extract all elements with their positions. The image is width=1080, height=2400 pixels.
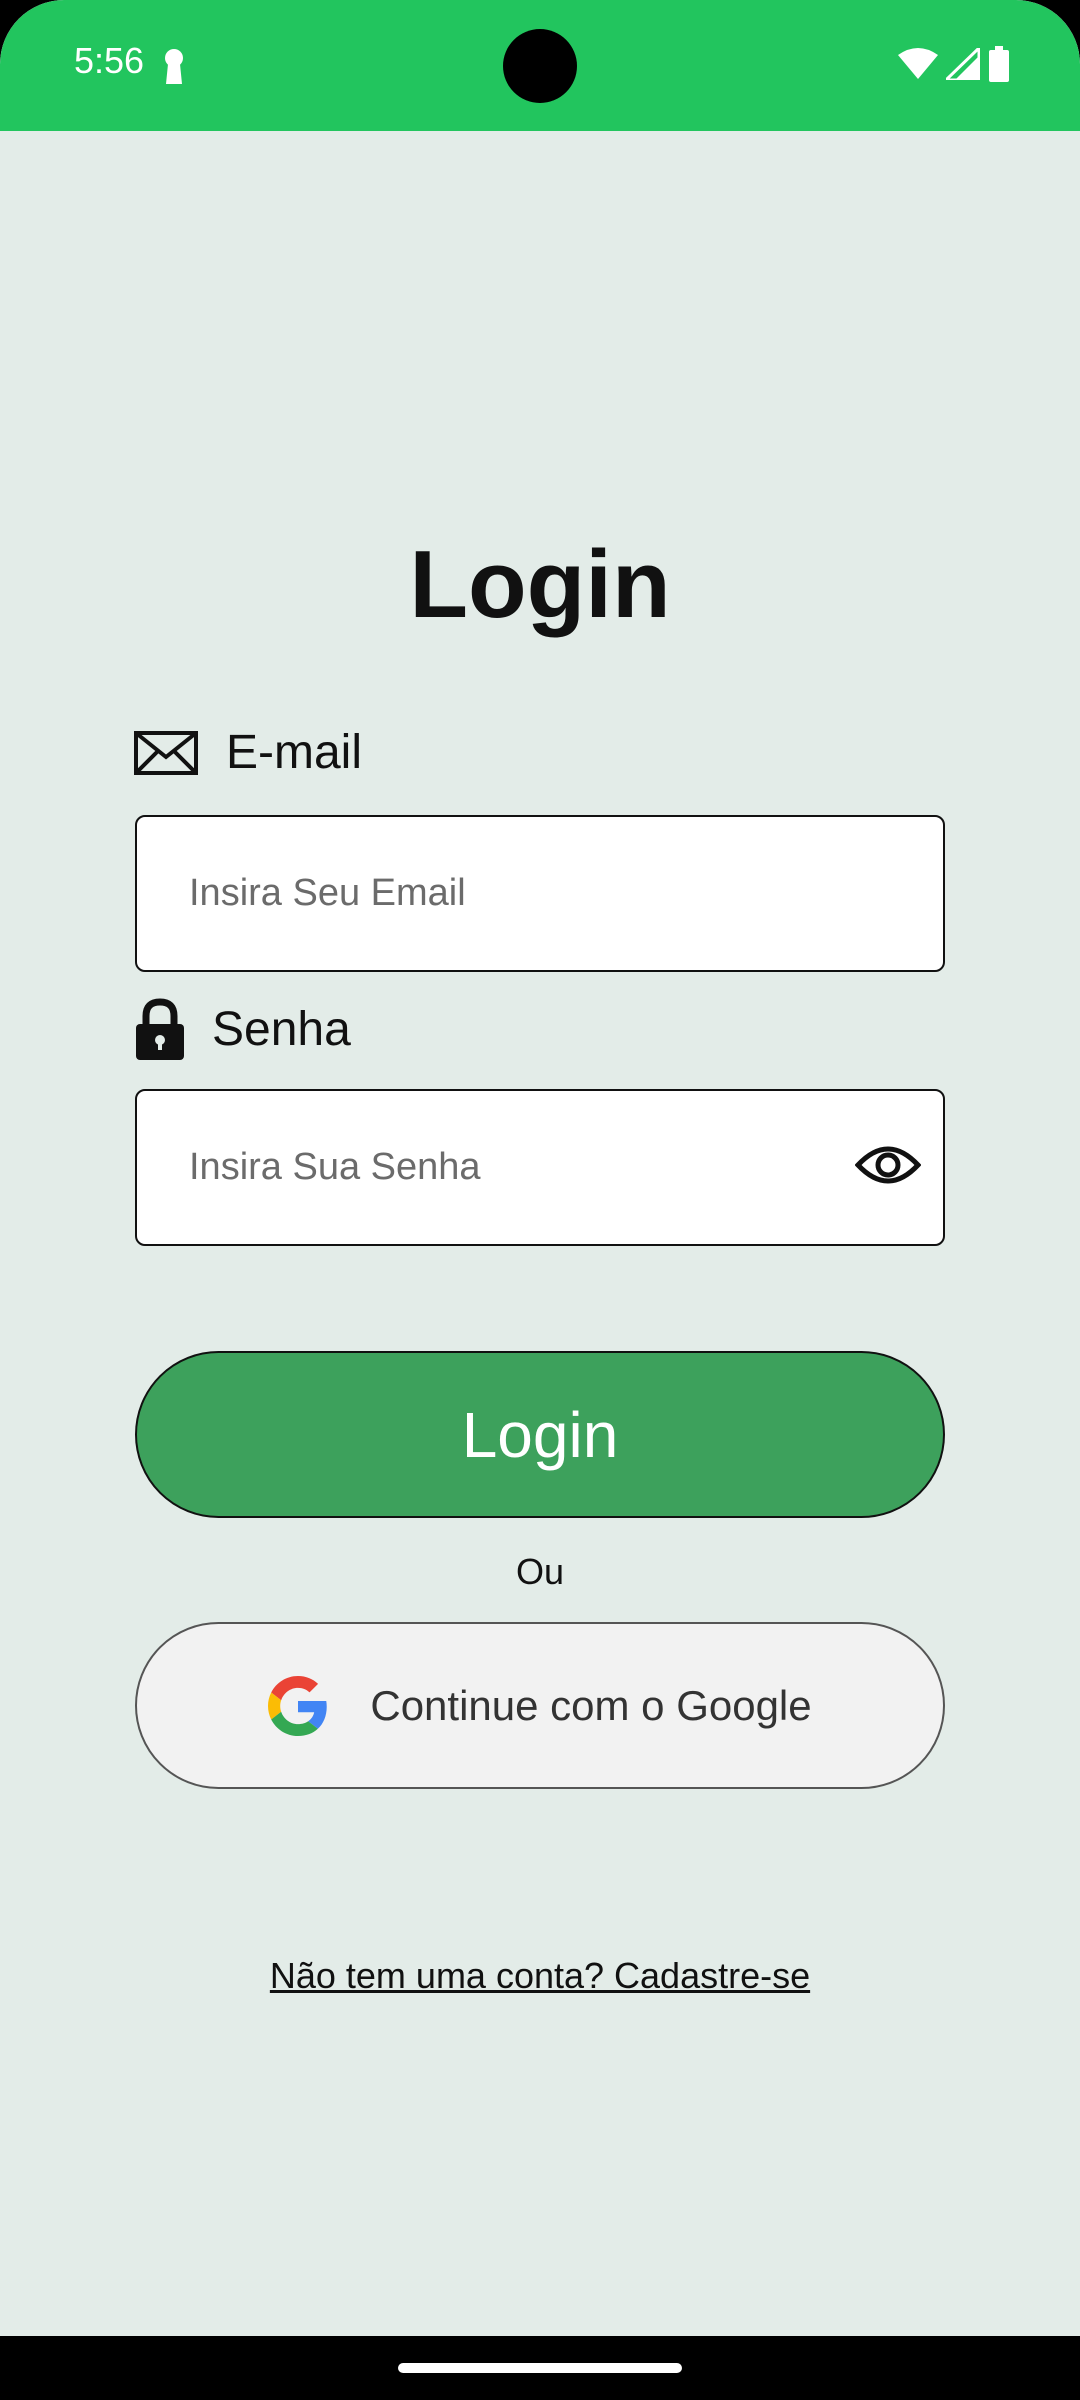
divider-text: Ou — [515, 1551, 565, 1592]
signal-icon — [946, 48, 980, 80]
email-label: E-mail — [226, 726, 363, 779]
app-screen: 5:56 Login E-mail Insira Seu Email Senha… — [0, 0, 1080, 2336]
eye-icon[interactable] — [855, 1139, 921, 1191]
front-camera — [503, 29, 577, 103]
status-time: 5:56 — [74, 40, 145, 81]
password-field-container — [135, 1089, 945, 1246]
email-label-row: E-mail — [134, 725, 362, 780]
keyhole-icon — [165, 49, 183, 84]
email-field-container — [135, 815, 945, 972]
status-icons — [898, 46, 1010, 82]
google-signin-button[interactable]: Continue com o Google — [135, 1622, 945, 1789]
signup-link[interactable]: Não tem uma conta? Cadastre-se — [0, 1955, 1080, 1997]
wifi-icon — [898, 48, 938, 79]
password-field[interactable] — [189, 1146, 829, 1189]
page-title: Login — [409, 531, 671, 638]
battery-icon — [989, 46, 1009, 82]
status-bar: 5:56 — [0, 0, 1080, 131]
password-label-row: Senha — [134, 998, 351, 1060]
login-button[interactable]: Login — [135, 1351, 945, 1518]
lock-icon — [136, 998, 184, 1060]
email-field[interactable] — [189, 872, 829, 915]
envelope-icon — [134, 730, 198, 775]
password-label: Senha — [212, 1002, 351, 1056]
google-button-label: Continue com o Google — [370, 1681, 812, 1729]
google-icon — [268, 1675, 328, 1736]
gesture-nav-handle[interactable] — [398, 2363, 682, 2373]
